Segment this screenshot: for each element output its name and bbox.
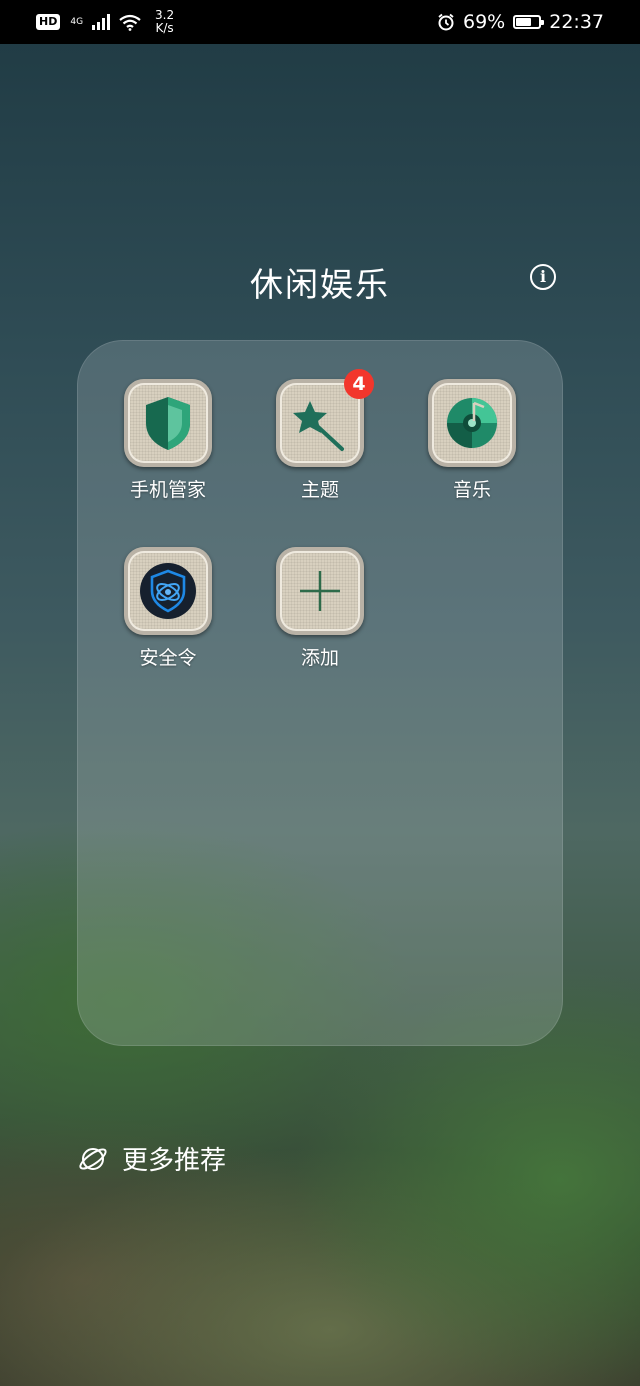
network-speed: 3.2 K/s	[155, 9, 174, 35]
app-label: 主题	[300, 479, 339, 501]
app-label: 手机管家	[129, 479, 206, 501]
app-tile	[124, 379, 212, 467]
app-label: 音乐	[452, 479, 491, 501]
more-recommendations-label: 更多推荐	[122, 1146, 227, 1176]
planet-icon	[79, 1147, 107, 1170]
shield-icon	[146, 397, 190, 450]
app-label: 添加	[300, 647, 339, 669]
add-app-button[interactable]: 添加	[250, 547, 390, 670]
signal-icon	[92, 14, 111, 30]
hd-indicator: HD	[36, 14, 61, 30]
folder-panel: 手机管家 4 主题 音乐 安全令 添加	[77, 340, 563, 1046]
clock: 22:37	[549, 11, 604, 33]
security-token-icon	[140, 563, 196, 619]
battery-icon	[513, 15, 545, 29]
magic-wand-star-icon	[293, 401, 344, 451]
app-tile	[428, 379, 516, 467]
app-security-token[interactable]: 安全令	[98, 547, 238, 670]
speed-unit: K/s	[155, 21, 174, 35]
status-bar: HD 4G 3.2 K/s 69% 22:37	[0, 0, 640, 44]
notification-badge: 4	[344, 369, 374, 399]
info-icon[interactable]: i	[530, 264, 556, 290]
battery-fill	[516, 18, 532, 26]
app-music[interactable]: 音乐	[402, 379, 542, 502]
music-disc-icon	[447, 398, 497, 448]
battery-percent: 69%	[463, 11, 506, 33]
app-themes[interactable]: 4 主题	[250, 369, 390, 502]
more-recommendations[interactable]: 更多推荐	[78, 1140, 226, 1177]
app-tile	[276, 547, 364, 635]
app-label: 安全令	[139, 647, 197, 669]
status-right: 69% 22:37	[437, 11, 604, 33]
alarm-icon	[438, 13, 454, 31]
plus-icon	[300, 571, 340, 611]
app-tile: 4	[276, 369, 374, 467]
wifi-icon	[119, 14, 141, 31]
app-tile	[124, 547, 212, 635]
status-left: HD 4G 3.2 K/s	[36, 9, 174, 35]
network-type: 4G	[70, 17, 84, 27]
app-phone-manager[interactable]: 手机管家	[98, 379, 238, 502]
